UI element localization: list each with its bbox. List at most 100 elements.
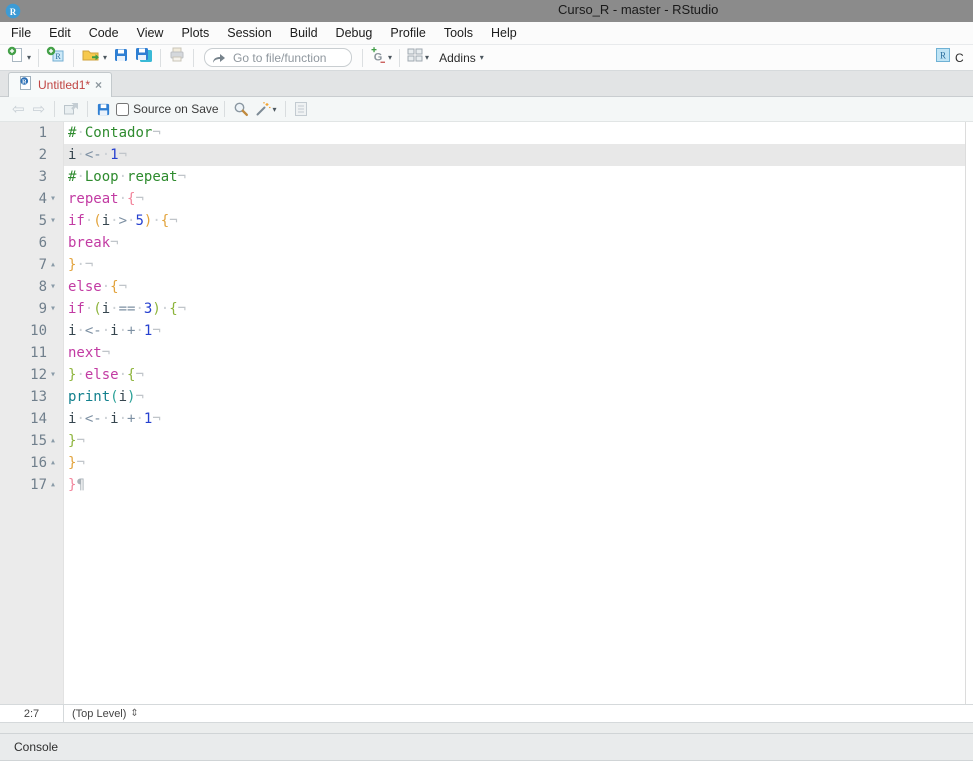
code-line-15[interactable]: 15▴}¬ (0, 430, 965, 452)
back-icon[interactable]: ⇦ (8, 102, 29, 117)
gutter-cell[interactable]: 6 (0, 232, 64, 254)
editor-scrollbar[interactable] (965, 122, 973, 704)
code-line-2[interactable]: 2i·<-·1¬ (0, 144, 965, 166)
line-number: 7 (0, 254, 50, 276)
code-text: print(i)¬ (64, 386, 965, 408)
pane-divider[interactable] (0, 723, 973, 733)
save-source-button[interactable] (93, 100, 114, 119)
gutter-cell[interactable]: 10 (0, 320, 64, 342)
line-number: 1 (0, 122, 50, 144)
gutter-cell[interactable]: 13 (0, 386, 64, 408)
gutter-cell[interactable]: 11 (0, 342, 64, 364)
fold-down-icon[interactable]: ▾ (50, 298, 64, 320)
code-line-16[interactable]: 16▴}¬ (0, 452, 965, 474)
fold-down-icon[interactable]: ▾ (50, 276, 64, 298)
gutter-cell[interactable]: 8▾ (0, 276, 64, 298)
code-line-4[interactable]: 4▾repeat·{¬ (0, 188, 965, 210)
fold-up-icon[interactable]: ▴ (50, 430, 64, 452)
gutter-cell[interactable]: 15▴ (0, 430, 64, 452)
gutter-cell[interactable]: 1 (0, 122, 64, 144)
code-line-10[interactable]: 10i·<-·i·+·1¬ (0, 320, 965, 342)
save-all-icon (135, 47, 153, 68)
save-all-button[interactable] (132, 45, 156, 70)
code-line-1[interactable]: 1 #·Contador¬ (0, 122, 965, 144)
menu-code[interactable]: Code (80, 23, 128, 43)
code-line-6[interactable]: 6break¬ (0, 232, 965, 254)
gutter-cell[interactable]: 3 (0, 166, 64, 188)
menu-edit[interactable]: Edit (40, 23, 80, 43)
source-on-save-checkbox[interactable] (116, 103, 129, 116)
fold-down-icon[interactable]: ▾ (50, 210, 64, 232)
menu-session[interactable]: Session (218, 23, 280, 43)
open-file-button[interactable]: ▾ (78, 44, 110, 71)
code-line-14[interactable]: 14i·<-·i·+·1¬ (0, 408, 965, 430)
gutter-cell[interactable]: 9▾ (0, 298, 64, 320)
save-button[interactable] (110, 45, 132, 70)
code-line-5[interactable]: 5▾if·(i·>·5)·{¬ (0, 210, 965, 232)
line-number: 11 (0, 342, 50, 364)
new-file-button[interactable]: ▾ (4, 44, 34, 71)
code-text: #·Loop·repeat¬ (64, 166, 965, 188)
version-control-button[interactable]: G ▾ (367, 44, 395, 71)
code-text: }¬ (64, 452, 965, 474)
fold-up-icon[interactable]: ▴ (50, 254, 64, 276)
goto-file-function-input[interactable] (204, 48, 352, 67)
popout-window-button[interactable] (60, 100, 82, 118)
addins-button[interactable]: Addins ▾ (432, 49, 487, 67)
code-text: i·<-·i·+·1¬ (64, 408, 965, 430)
gutter-cell[interactable]: 4▾ (0, 188, 64, 210)
panes-layout-button[interactable]: ▾ (404, 46, 432, 69)
compile-report-button[interactable] (291, 99, 311, 119)
code-line-7[interactable]: 7▴}·¬ (0, 254, 965, 276)
code-tools-button[interactable]: ▾ (252, 99, 280, 119)
find-replace-button[interactable] (230, 99, 252, 119)
menu-profile[interactable]: Profile (381, 23, 434, 43)
toolbar-separator (38, 49, 39, 67)
menu-file[interactable]: File (2, 23, 40, 43)
console-header[interactable]: Console (0, 733, 973, 761)
menu-plots[interactable]: Plots (172, 23, 218, 43)
fold-up-icon[interactable]: ▴ (50, 452, 64, 474)
toolbar-separator (160, 49, 161, 67)
close-icon[interactable]: × (95, 79, 102, 91)
line-number: 9 (0, 298, 50, 320)
gutter-cell[interactable]: 7▴ (0, 254, 64, 276)
new-project-button[interactable]: R (43, 44, 69, 71)
print-button[interactable] (165, 45, 189, 70)
scope-selector[interactable]: (Top Level) ⇕ (64, 708, 139, 720)
gutter-cell[interactable]: 16▴ (0, 452, 64, 474)
gutter-cell[interactable]: 12▾ (0, 364, 64, 386)
fold-up-icon[interactable]: ▴ (50, 474, 64, 496)
code-line-11[interactable]: 11next¬ (0, 342, 965, 364)
line-number: 5 (0, 210, 50, 232)
forward-icon[interactable]: ⇨ (29, 102, 50, 117)
code-editor[interactable]: 1 #·Contador¬2i·<-·1¬3#·Loop·repeat¬4▾rep… (0, 122, 973, 704)
fold-spacer (50, 122, 64, 144)
svg-text:R: R (10, 7, 17, 17)
gutter-cell[interactable]: 2 (0, 144, 64, 166)
menu-build[interactable]: Build (281, 23, 327, 43)
line-number: 4 (0, 188, 50, 210)
gutter-cell[interactable]: 17▴ (0, 474, 64, 496)
gutter-cell[interactable]: 14 (0, 408, 64, 430)
code-line-17[interactable]: 17▴}¶ (0, 474, 965, 496)
code-text: #·Contador¬ (64, 122, 965, 144)
tab-title: Untitled1* (38, 78, 90, 92)
code-line-9[interactable]: 9▾if·(i·==·3)·{¬ (0, 298, 965, 320)
fold-down-icon[interactable]: ▾ (50, 364, 64, 386)
project-menu-button[interactable]: R C (935, 47, 973, 68)
menu-help[interactable]: Help (482, 23, 526, 43)
code-line-13[interactable]: 13print(i)¬ (0, 386, 965, 408)
gutter-cell[interactable]: 5▾ (0, 210, 64, 232)
toolbar-separator (73, 49, 74, 67)
git-diff-icon: G (370, 46, 386, 69)
menu-debug[interactable]: Debug (327, 23, 382, 43)
fold-spacer (50, 166, 64, 188)
menu-tools[interactable]: Tools (435, 23, 482, 43)
tab-untitled1[interactable]: R Untitled1* × (8, 72, 112, 97)
menu-view[interactable]: View (128, 23, 173, 43)
code-line-12[interactable]: 12▾}·else·{¬ (0, 364, 965, 386)
fold-down-icon[interactable]: ▾ (50, 188, 64, 210)
code-line-8[interactable]: 8▾else·{¬ (0, 276, 965, 298)
code-line-3[interactable]: 3#·Loop·repeat¬ (0, 166, 965, 188)
